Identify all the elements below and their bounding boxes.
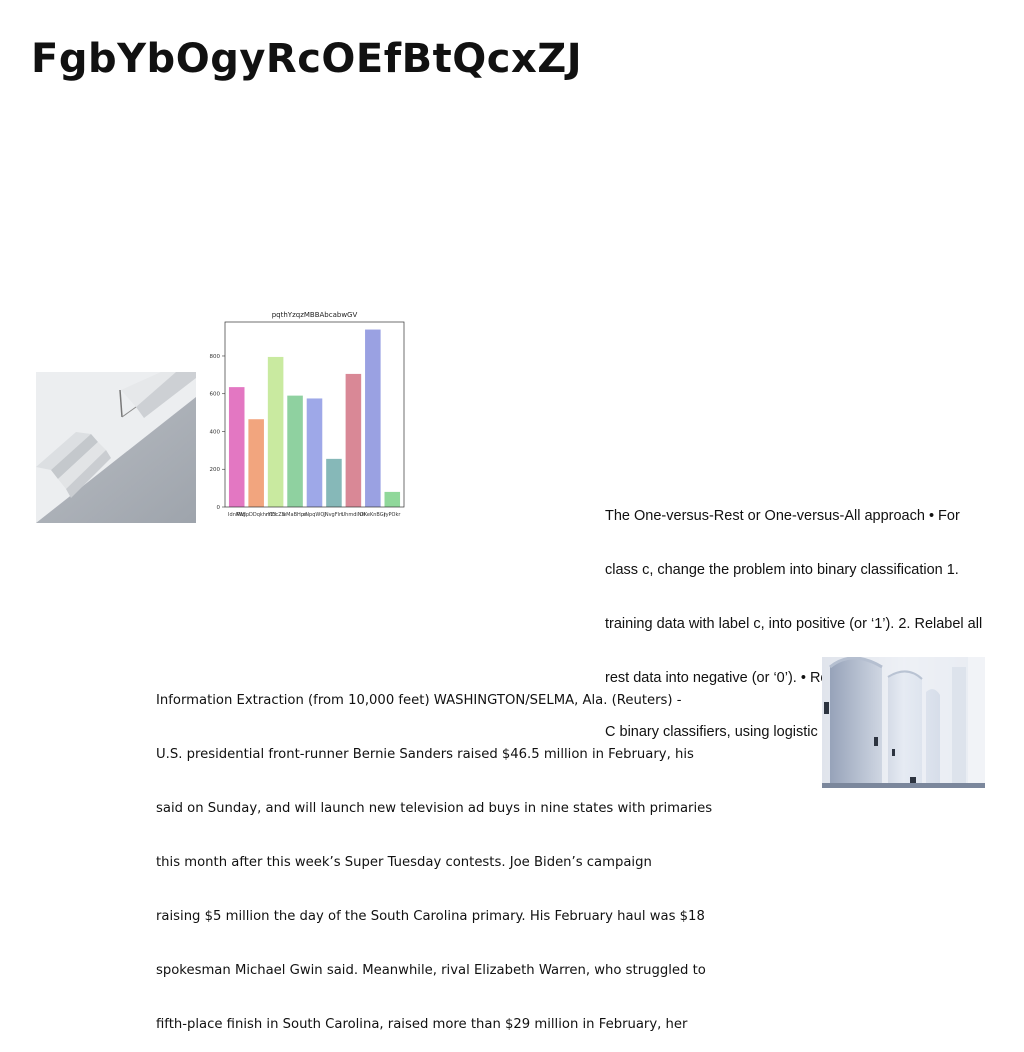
bar [306, 398, 323, 507]
text-line: Information Extraction (from 10,000 feet… [156, 693, 682, 708]
text-line: said on Sunday, and will launch new tele… [156, 801, 713, 816]
bar [287, 395, 303, 507]
bar [345, 373, 362, 507]
page-title: FgbYbOgyRcOEfBtQcxZJ [31, 36, 583, 82]
x-tick-label: JyPOkr [383, 512, 401, 518]
y-tick-label: 800 [210, 354, 221, 360]
text-line: The One-versus-Rest or One-versus-All ap… [605, 508, 960, 524]
bar [326, 458, 342, 507]
bar [384, 491, 401, 507]
y-tick-label: 400 [210, 429, 221, 435]
bar [248, 419, 264, 507]
text-line: fifth-place finish in South Carolina, ra… [156, 1017, 688, 1032]
y-tick-label: 600 [210, 392, 221, 398]
corridor-photo [822, 657, 985, 788]
x-tick-label: GKeKnBGr [360, 512, 387, 518]
bar [228, 387, 245, 507]
text-line: class c, change the problem into binary … [605, 562, 959, 578]
text-line: this month after this week’s Super Tuesd… [156, 855, 652, 870]
x-tick-label: NvgFlrt [325, 512, 343, 518]
text-line: training data with label c, into positiv… [605, 616, 983, 632]
chart-title: pqthYzqzMBBAbcabwGV [272, 311, 358, 319]
stairs-photo [36, 372, 196, 523]
news-text: Information Extraction (from 10,000 feet… [156, 656, 756, 1052]
text-line: raising $5 million the day of the South … [156, 909, 705, 924]
x-tick-label: rNpqWQJ [303, 512, 326, 518]
bar [365, 329, 381, 507]
text-line: spokesman Michael Gwin said. Meanwhile, … [156, 963, 706, 978]
bar [267, 356, 284, 507]
y-tick-label: 0 [217, 505, 221, 511]
text-line: U.S. presidential front-runner Bernie Sa… [156, 747, 694, 762]
bar-chart: pqthYzqzMBBAbcabwGV 0 200 400 600 800 IdnKWJ Mt… [205, 307, 417, 523]
y-tick-label: 200 [210, 467, 221, 473]
